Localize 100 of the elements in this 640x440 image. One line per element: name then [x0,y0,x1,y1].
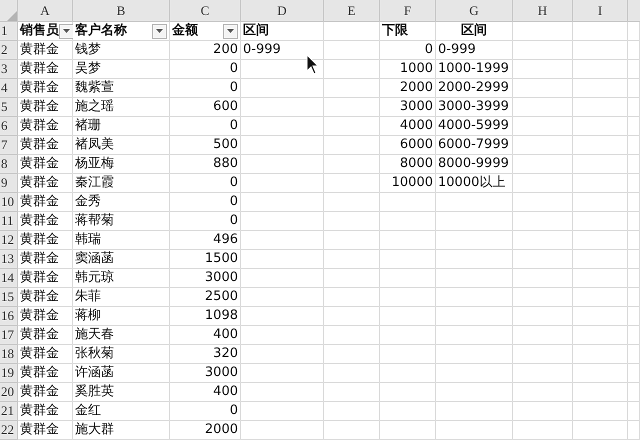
table-cell: 黄群金 [18,41,73,60]
table-cell: 奚胜英 [73,383,170,402]
table-cell: 0 [170,402,241,421]
table-cell: 黄群金 [18,79,73,98]
table-cell: 3000-3999 [436,98,513,117]
row-header[interactable]: 9 [0,174,18,193]
table-cell: 施天春 [73,326,170,345]
table-cell: 600 [170,98,241,117]
row-header[interactable]: 6 [0,117,18,136]
column-title: 区间 [243,22,269,40]
table-cell: 褚珊 [73,117,170,136]
table-cell: 黄群金 [18,155,73,174]
table-cell: 3000 [380,98,436,117]
table-cell: 2500 [170,288,241,307]
table-cell: 400 [170,383,241,402]
row-header[interactable]: 16 [0,307,18,326]
cursor-icon [306,54,320,76]
table-cell: 1098 [170,307,241,326]
column-header[interactable]: C [170,0,241,22]
table-cell: 10000 [380,174,436,193]
row-header[interactable]: 20 [0,383,18,402]
table-cell: 杨亚梅 [73,155,170,174]
row-header[interactable]: 14 [0,269,18,288]
table-cell: 10000以上 [436,174,513,193]
table-cell: 黄群金 [18,269,73,288]
table-cell: 金红 [73,402,170,421]
table-cell: 黄群金 [18,60,73,79]
filter-button[interactable] [223,24,238,38]
table-cell: 许涵菡 [73,364,170,383]
table-cell: 400 [170,326,241,345]
table-cell: 320 [170,345,241,364]
table-cell: 褚凤美 [73,136,170,155]
row-header[interactable]: 10 [0,193,18,212]
table-cell: 黄群金 [18,307,73,326]
column-header[interactable]: H [513,0,573,22]
row-header[interactable]: 8 [0,155,18,174]
table-cell: 韩元琼 [73,269,170,288]
table-cell: 2000 [380,79,436,98]
row-header[interactable]: 19 [0,364,18,383]
caret-icon [63,29,70,33]
table-cell: 880 [170,155,241,174]
table-cell: 黄群金 [18,98,73,117]
table-cell: 吴梦 [73,60,170,79]
table-cell: 魏紫萱 [73,79,170,98]
table-cell: 黄群金 [18,288,73,307]
table-cell: 黄群金 [18,364,73,383]
table-cell: 黄群金 [18,421,73,440]
table-cell: 0 [380,41,436,60]
row-header[interactable]: 12 [0,231,18,250]
table-cell: 张秋菊 [73,345,170,364]
row-header[interactable]: 4 [0,79,18,98]
filter-button[interactable] [152,24,167,38]
table-cell: 6000-7999 [436,136,513,155]
table-cell: 黄群金 [18,193,73,212]
filter-button[interactable] [59,24,74,38]
table-cell: 0 [170,193,241,212]
row-header[interactable]: 11 [0,212,18,231]
table-cell: 钱梦 [73,41,170,60]
table-cell: 0 [170,60,241,79]
column-header[interactable]: G [436,0,513,22]
table-cell: 2000 [170,421,241,440]
table-cell: 4000 [380,117,436,136]
row-header[interactable]: 13 [0,250,18,269]
table-cell: 窦涵菡 [73,250,170,269]
table-cell: 4000-5999 [436,117,513,136]
table-cell: 黄群金 [18,402,73,421]
table-cell: 2000-2999 [436,79,513,98]
column-header[interactable]: D [241,0,324,22]
table-cell: 黄群金 [18,212,73,231]
row-header[interactable]: 22 [0,421,18,440]
row-header[interactable]: 5 [0,98,18,117]
table-cell: 8000-9999 [436,155,513,174]
row-header[interactable]: 2 [0,41,18,60]
table-cell: 黄群金 [18,383,73,402]
column-title: 销售员 [20,22,59,40]
caret-icon [227,29,234,33]
row-header[interactable]: 1 [0,22,18,41]
column-header[interactable]: A [18,0,73,22]
table-cell: 黄群金 [18,231,73,250]
row-header[interactable]: 18 [0,345,18,364]
column-header[interactable]: I [573,0,628,22]
column-title: 区间 [461,22,487,40]
column-header[interactable]: B [73,0,170,22]
column-header[interactable]: F [380,0,436,22]
table-cell: 1000 [380,60,436,79]
table-cell: 蒋帮菊 [73,212,170,231]
table-cell: 200 [170,41,241,60]
table-cell: 1000-1999 [436,60,513,79]
row-header[interactable]: 7 [0,136,18,155]
table-cell: 黄群金 [18,174,73,193]
table-cell: 金秀 [73,193,170,212]
row-header[interactable]: 21 [0,402,18,421]
table-cell: 6000 [380,136,436,155]
row-header[interactable]: 15 [0,288,18,307]
table-cell: 0 [170,174,241,193]
row-header[interactable]: 17 [0,326,18,345]
table-cell: 黄群金 [18,117,73,136]
table-cell: 496 [170,231,241,250]
column-header[interactable]: E [324,0,380,22]
row-header[interactable]: 3 [0,60,18,79]
